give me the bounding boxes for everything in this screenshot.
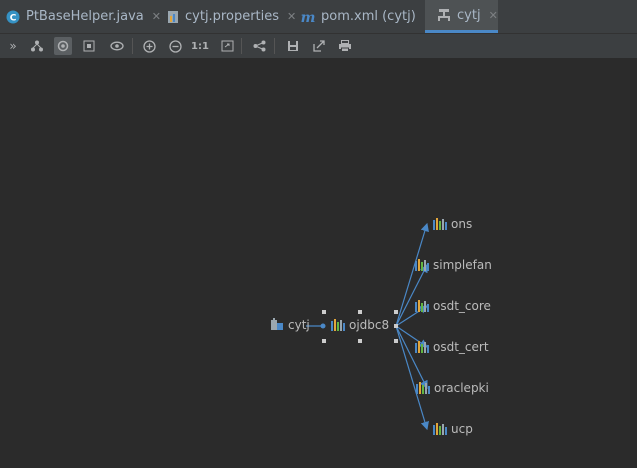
tab-label: pom.xml (cytj) [321, 9, 416, 24]
toolbar-separator [132, 38, 133, 54]
toolbar-separator [274, 38, 275, 54]
library-icon [415, 341, 429, 353]
save-icon[interactable] [284, 37, 302, 55]
graph-node-ucp[interactable]: ucp [433, 422, 473, 436]
graph-node-simplefan[interactable]: simplefan [415, 258, 492, 272]
node-label: simplefan [433, 258, 492, 272]
tab-label: cytj [457, 7, 481, 23]
export-icon[interactable] [310, 37, 328, 55]
node-label: cytj [288, 318, 310, 332]
editor-tab-bar: C PtBaseHelper.java ✕ cytj.properties ✕ … [0, 0, 637, 34]
diagram-canvas[interactable]: cytj ojdbc8 ons simplefan osdt_core osdt… [0, 58, 637, 468]
graph-node-hub[interactable]: ojdbc8 [331, 318, 389, 332]
close-icon[interactable]: ✕ [287, 10, 296, 23]
visibility-icon[interactable] [108, 37, 126, 55]
selection-handle[interactable] [358, 310, 362, 314]
actual-size-button[interactable]: 1:1 [191, 37, 209, 55]
tab-ptbasehelper[interactable]: C PtBaseHelper.java ✕ [6, 0, 161, 33]
tab-label: cytj.properties [185, 9, 280, 24]
node-label: oraclepki [434, 381, 489, 395]
layout-icon[interactable] [250, 37, 268, 55]
node-label: ons [451, 217, 473, 231]
selection-handle[interactable] [394, 310, 398, 314]
svg-text:m: m [301, 10, 315, 24]
selection-handle[interactable] [394, 339, 398, 343]
fit-page-icon[interactable] [218, 37, 236, 55]
edge-root-hub-dot [320, 323, 326, 329]
graph-node-osdt-cert[interactable]: osdt_cert [415, 340, 489, 354]
tab-cytj-diagram[interactable]: cytj ✕ [425, 0, 498, 33]
tab-pom-xml[interactable]: m pom.xml (cytj) ✕ [301, 0, 433, 33]
hierarchy-icon[interactable] [28, 37, 46, 55]
node-label: osdt_cert [433, 340, 489, 354]
close-icon[interactable]: ✕ [152, 10, 161, 23]
close-icon[interactable]: ✕ [489, 9, 498, 22]
selection-handle[interactable] [394, 324, 398, 328]
focus-node-icon[interactable] [54, 37, 72, 55]
library-icon [433, 423, 447, 435]
selection-handle[interactable] [322, 339, 326, 343]
fit-content-icon[interactable] [80, 37, 98, 55]
selection-handle[interactable] [358, 339, 362, 343]
node-label: ucp [451, 422, 473, 436]
graph-edges [306, 222, 429, 431]
library-icon [433, 218, 447, 230]
maven-icon: m [301, 10, 315, 24]
java-class-icon: C [6, 10, 20, 24]
properties-file-icon [167, 10, 179, 24]
diagram-toolbar: » 1:1 [0, 34, 637, 59]
graph-node-osdt-core[interactable]: osdt_core [415, 299, 491, 313]
library-icon [416, 382, 430, 394]
graph-node-ons[interactable]: ons [433, 217, 472, 231]
svg-text:C: C [10, 13, 17, 23]
diagram-icon [437, 8, 451, 22]
module-icon [271, 318, 283, 330]
print-icon[interactable] [336, 37, 354, 55]
library-icon [415, 259, 429, 271]
zoom-in-icon[interactable] [140, 37, 158, 55]
tab-label: PtBaseHelper.java [26, 9, 144, 24]
selection-handle[interactable] [322, 310, 326, 314]
library-icon [331, 319, 345, 331]
graph-node-oraclepki[interactable]: oraclepki [416, 381, 489, 395]
tab-cytj-properties[interactable]: cytj.properties ✕ [167, 0, 296, 33]
graph-node-root[interactable]: cytj [270, 318, 310, 332]
node-label: ojdbc8 [349, 318, 390, 332]
node-label: osdt_core [433, 299, 491, 313]
collapse-panel-icon[interactable]: » [4, 37, 22, 55]
toolbar-separator [241, 38, 242, 54]
library-icon [415, 300, 429, 312]
zoom-out-icon[interactable] [166, 37, 184, 55]
